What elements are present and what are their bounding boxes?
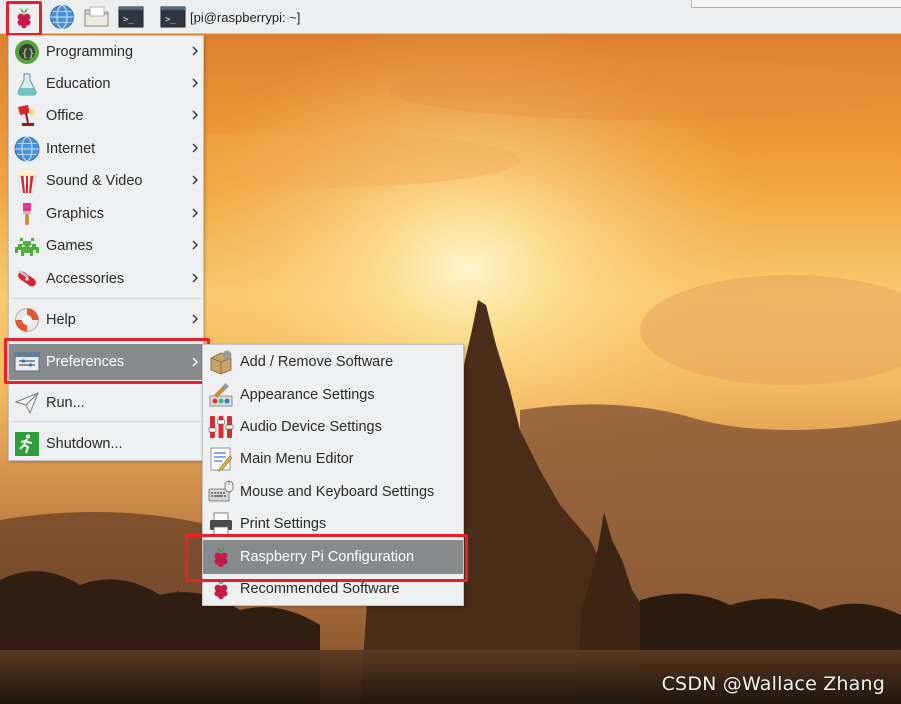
package-icon xyxy=(210,350,232,375)
chevron-right-icon xyxy=(192,46,198,56)
space-invader-icon xyxy=(15,238,39,256)
menu-item-help[interactable]: Help xyxy=(9,304,203,336)
globe-icon xyxy=(50,5,74,29)
menu-item-label: Internet xyxy=(46,141,96,157)
menu-item-run[interactable]: Run... xyxy=(9,387,203,419)
taskbar-window-terminal[interactable]: >_ [pi@raspberrypi: ~] xyxy=(160,4,332,30)
submenu-item-label: Audio Device Settings xyxy=(240,419,382,435)
submenu-item-label: Print Settings xyxy=(240,516,327,532)
menu-item-shutdown[interactable]: Shutdown... xyxy=(9,428,203,460)
paper-plane-icon xyxy=(14,392,39,415)
menu-item-label: Shutdown... xyxy=(46,436,123,452)
taskbar: >_ >_ [pi@raspberrypi: ~] xyxy=(0,0,901,34)
submenu-item-appearance-settings[interactable]: Appearance Settings xyxy=(203,379,463,411)
appearance-icon xyxy=(209,382,233,407)
menu-item-label: Office xyxy=(46,108,84,124)
menu-item-label: Graphics xyxy=(46,206,105,222)
menu-item-sound-video[interactable]: Sound & Video xyxy=(9,165,203,197)
menu-item-label: Run... xyxy=(46,395,85,411)
chevron-right-icon xyxy=(192,240,198,250)
swiss-knife-icon xyxy=(18,269,36,287)
education-flask-icon xyxy=(17,73,37,96)
chevron-right-icon xyxy=(192,78,198,88)
web-browser-button[interactable] xyxy=(49,4,75,30)
annotation-highlight-preferences xyxy=(4,338,210,384)
chevron-right-icon xyxy=(192,208,198,218)
exit-running-man-icon xyxy=(15,432,39,456)
lifebuoy-icon xyxy=(15,308,39,332)
chevron-right-icon xyxy=(192,110,198,120)
svg-text:>_: >_ xyxy=(165,15,176,25)
menu-item-label: Programming xyxy=(46,44,134,60)
programming-icon: {} xyxy=(15,40,39,64)
paintbrush-icon xyxy=(23,203,31,225)
keyboard-mouse-icon xyxy=(208,480,234,502)
submenu-item-label: Add / Remove Software xyxy=(240,354,394,370)
menu-item-label: Games xyxy=(46,238,93,254)
menu-item-label: Help xyxy=(46,312,76,328)
submenu-item-add-remove-software[interactable]: Add / Remove Software xyxy=(203,346,463,378)
submenu-item-audio-device-settings[interactable]: Audio Device Settings xyxy=(203,411,463,443)
chevron-right-icon xyxy=(192,314,198,324)
menu-editor-icon xyxy=(210,447,233,472)
menu-item-label: Accessories xyxy=(46,271,125,287)
annotation-highlight-rpi-configuration xyxy=(185,534,468,582)
terminal-icon: >_ xyxy=(118,6,144,28)
menu-item-office[interactable]: Office xyxy=(9,100,203,132)
menu-separator xyxy=(11,421,201,422)
annotation-highlight-menu-button xyxy=(6,1,42,36)
office-lamp-icon xyxy=(18,105,35,126)
menu-item-label: Education xyxy=(46,76,111,92)
chevron-right-icon xyxy=(192,175,198,185)
menu-item-graphics[interactable]: Graphics xyxy=(9,198,203,230)
watermark: CSDN @Wallace Zhang xyxy=(661,673,885,695)
audio-mixer-icon xyxy=(208,416,234,438)
chevron-right-icon xyxy=(192,273,198,283)
globe-icon xyxy=(14,136,40,162)
popcorn-icon xyxy=(17,169,37,194)
chevron-right-icon xyxy=(192,143,198,153)
submenu-item-label: Recommended Software xyxy=(240,581,400,597)
submenu-item-label: Appearance Settings xyxy=(240,387,375,403)
submenu-item-label: Main Menu Editor xyxy=(240,451,354,467)
menu-item-internet[interactable]: Internet xyxy=(9,133,203,165)
svg-text:>_: >_ xyxy=(123,15,134,25)
submenu-item-mouse-keyboard-settings[interactable]: Mouse and Keyboard Settings xyxy=(203,476,463,508)
submenu-item-label: Mouse and Keyboard Settings xyxy=(240,484,435,500)
submenu-item-main-menu-editor[interactable]: Main Menu Editor xyxy=(203,443,463,475)
menu-separator xyxy=(11,298,201,299)
terminal-icon: >_ xyxy=(160,6,186,28)
folder-icon xyxy=(84,6,109,27)
menu-item-games[interactable]: Games xyxy=(9,230,203,262)
terminal-button[interactable]: >_ xyxy=(118,4,144,30)
menu-item-education[interactable]: Education xyxy=(9,68,203,100)
svg-text:{}: {} xyxy=(22,47,35,60)
menu-item-accessories[interactable]: Accessories xyxy=(9,263,203,295)
main-menu: {} Programming Education Office Internet… xyxy=(8,35,204,461)
taskbar-right-area xyxy=(691,0,901,8)
menu-item-label: Sound & Video xyxy=(46,173,143,189)
file-manager-button[interactable] xyxy=(83,4,109,30)
menu-item-programming[interactable]: {} Programming xyxy=(9,36,203,68)
taskbar-window-label: [pi@raspberrypi: ~] xyxy=(190,9,301,25)
